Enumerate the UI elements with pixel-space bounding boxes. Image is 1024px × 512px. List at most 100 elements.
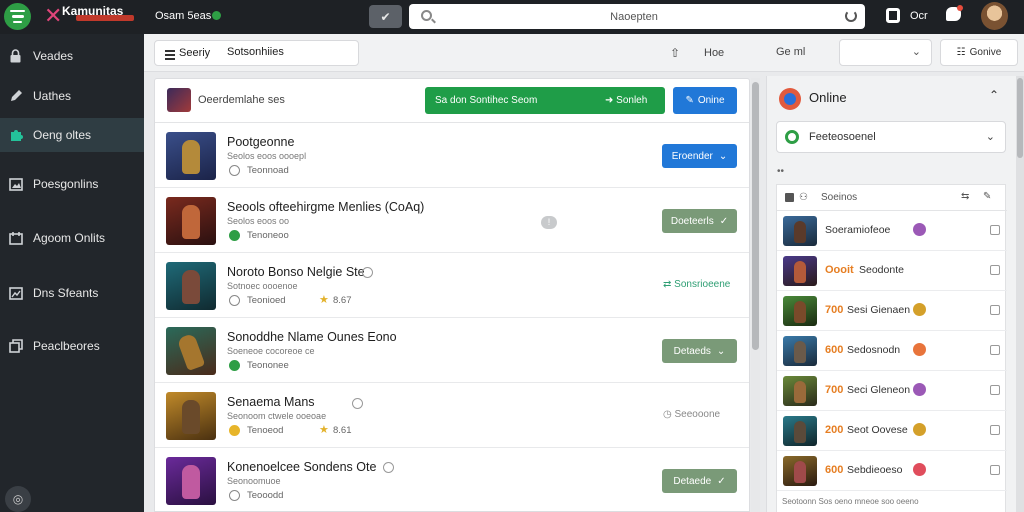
game-title: Senaema Mans	[227, 395, 315, 409]
sidebar-item-0[interactable]: Veades	[0, 39, 144, 73]
player-label: Sedosnodn	[847, 344, 901, 356]
game-subtitle: Soeneoe cocoreoe ce	[227, 346, 315, 356]
list-item[interactable]: Senaema Mans Seonoom ctwele ooeoae Tenoe…	[155, 383, 749, 448]
table-row[interactable]: 200 Seot Oovese	[777, 411, 1007, 451]
player-label: Soeramiofeoe	[825, 224, 891, 236]
square-icon[interactable]	[886, 8, 900, 23]
clock-icon	[229, 165, 240, 176]
player-thumbnail	[783, 216, 817, 246]
list-item[interactable]: Noroto Bonso Nelgie Ste Sotnoec oooenoe …	[155, 253, 749, 318]
edit-icon[interactable]: ✎	[983, 191, 991, 202]
row-checkbox[interactable]	[990, 425, 1000, 435]
sidebar-item-3[interactable]: Poesgonlins	[0, 167, 144, 201]
app-menu-icon[interactable]	[4, 3, 31, 30]
section-title: Sotsonhiies	[227, 46, 284, 58]
player-label: Sesi Gienaen	[847, 304, 911, 316]
game-list-panel: Oeerdemlahe ses Sa don Sontihec Seom ➜ S…	[154, 78, 750, 512]
row-checkbox[interactable]	[990, 465, 1000, 475]
list-item[interactable]: Pootgeonne Seolos eoos oooepl Teonnoad E…	[155, 123, 749, 188]
star-icon: ★	[319, 294, 329, 306]
player-score: 600	[825, 344, 844, 356]
game-status: Teonioed	[247, 295, 286, 306]
sidebar-item-label: Agoom Onlits	[33, 231, 106, 245]
sort-icon[interactable]: ⇆	[961, 191, 969, 202]
player-label: Seot Oovese	[847, 424, 908, 436]
scrollbar-thumb[interactable]	[1017, 78, 1023, 158]
brand-subtitle-bar	[76, 15, 134, 21]
sidebar-item-2[interactable]: Oeng oltes	[0, 118, 144, 152]
row-checkbox[interactable]	[990, 385, 1000, 395]
row-action-label: Detaeds	[673, 345, 711, 357]
row-action-button[interactable]: Detaede ✓	[662, 469, 737, 493]
chevron-up-icon[interactable]: ⌃	[989, 88, 999, 102]
sidebar-item-6[interactable]: Peaclbeores	[0, 329, 144, 363]
chat-icon	[785, 130, 799, 144]
row-action-button[interactable]: Doeteerls ✓	[662, 209, 737, 233]
chevron-down-icon: ⌄	[716, 345, 726, 357]
list-item[interactable]: Sonoddhe Nlame Ounes Eono Soeneoe cocore…	[155, 318, 749, 383]
table-row[interactable]: 600 Sebdieoeso	[777, 451, 1007, 491]
online-table: ⚇ Soeinos ⇆ ✎ Soeramiofeoe Oooit Seodont…	[776, 184, 1007, 512]
game-title: Sonoddhe Nlame Ounes Eono	[227, 330, 397, 344]
list-item[interactable]: Konenoelcee Sondens Ote Seonoomuoe Teooo…	[155, 448, 749, 511]
rank-badge-icon	[913, 303, 926, 316]
player-score: 600	[825, 464, 844, 476]
game-status: Teononee	[247, 360, 289, 371]
check-button[interactable]: ✔	[369, 5, 402, 28]
row-action-link[interactable]: ◷ Seeooone	[663, 409, 720, 420]
row-action-label: Eroender	[671, 150, 713, 162]
search-input[interactable]	[439, 8, 829, 25]
table-row[interactable]: 700 Sesi Gienaen	[777, 291, 1007, 331]
online-button[interactable]: ✎ Onine	[673, 87, 737, 114]
row-checkbox[interactable]	[990, 305, 1000, 315]
list-scrollbar[interactable]	[751, 78, 760, 512]
user-avatar[interactable]	[981, 2, 1008, 30]
row-action-button[interactable]: Eroender ⌄	[662, 144, 737, 168]
check-icon: ✓	[719, 215, 729, 227]
online-panel: Online ⌃ Feeteosoenel ⌄ •• ⚇ Soeinos ⇆ ✎…	[766, 76, 1016, 512]
scrollbar-thumb[interactable]	[752, 82, 759, 350]
refresh-icon: ⇄	[663, 279, 675, 290]
game-subtitle: Seonoom ctwele ooeoae	[227, 411, 327, 421]
loading-icon	[845, 10, 857, 22]
upload-icon[interactable]: ⇧	[670, 46, 680, 60]
help-icon[interactable]: ◎	[5, 486, 31, 512]
list-header-label: Oeerdemlahe ses	[198, 94, 285, 106]
rank-badge-icon	[913, 223, 926, 236]
list-item[interactable]: Seools ofteehirgme Menlies (CoAq) Seolos…	[155, 188, 749, 253]
player-label: Seci Gleneon	[847, 384, 911, 396]
info-pill-icon: !	[541, 216, 557, 229]
table-row[interactable]: 700 Seci Gleneon	[777, 371, 1007, 411]
row-action-label: Detaede	[673, 475, 712, 487]
sidebar-item-5[interactable]: Dns Sfeants	[0, 276, 144, 310]
player-score: 200	[825, 424, 844, 436]
sidebar-item-label: Uathes	[33, 89, 72, 103]
toolbar-action-button[interactable]: ☷ Gonive	[940, 39, 1018, 66]
row-action-button[interactable]: Detaeds ⌄	[662, 339, 737, 363]
pen-icon: ✎	[685, 95, 694, 106]
user-name: Osam 5eas	[155, 10, 212, 22]
server-dropdown[interactable]: Feeteosoenel ⌄	[776, 121, 1006, 153]
green-action-button[interactable]: Sa don Sontihec Seom ➜ Sonleh	[425, 87, 665, 114]
row-checkbox[interactable]	[990, 345, 1000, 355]
filter-dropdown[interactable]: ⌄	[839, 39, 932, 66]
table-row[interactable]: Soeramiofeoe	[777, 211, 1007, 251]
row-checkbox[interactable]	[990, 225, 1000, 235]
layers-icon	[8, 339, 23, 354]
top-label: Ocr	[910, 10, 928, 22]
table-row[interactable]: 600 Sedosnodn	[777, 331, 1007, 371]
row-checkbox[interactable]	[990, 265, 1000, 275]
sidebar-item-4[interactable]: Agoom Onlits	[0, 221, 144, 255]
row-action-link[interactable]: ⇄ Sonsrioeene	[663, 279, 730, 290]
rank-badge-icon	[913, 343, 926, 356]
player-thumbnail	[783, 256, 817, 286]
rank-badge-icon	[913, 463, 926, 476]
right-scrollbar[interactable]	[1016, 76, 1024, 512]
sidebar-item-label: Dns Sfeants	[33, 286, 99, 300]
toolbar-action-label: Gonive	[969, 47, 1002, 58]
game-subtitle: Seonoomuoe	[227, 476, 281, 486]
table-footer: Seotoonn Sos oeno mneoe soo oeeno	[782, 497, 919, 506]
table-row[interactable]: Oooit Seodonte	[777, 251, 1007, 291]
game-status: Teooodd	[247, 490, 284, 501]
sidebar-item-1[interactable]: Uathes	[0, 79, 144, 113]
